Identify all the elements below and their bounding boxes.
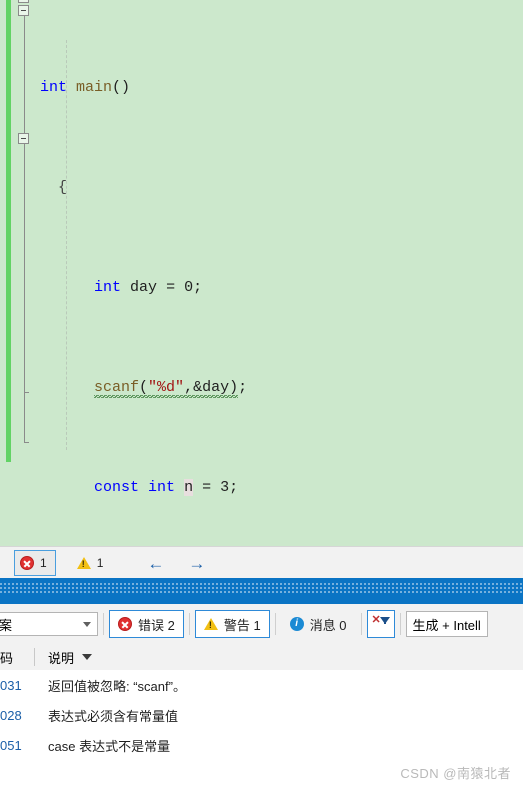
toolbar-separator <box>360 613 362 635</box>
toolbar-separator <box>188 613 190 635</box>
toolbar-separator <box>274 613 276 635</box>
code-text-area[interactable]: int main() { int day = 0; scanf("%d",&da… <box>36 0 523 546</box>
token-number-0: 0 <box>184 279 194 296</box>
outline-line-main <box>24 16 25 133</box>
filter-warnings-label: 警告 1 <box>223 617 261 633</box>
code-line[interactable]: const int n = 3; <box>36 475 523 500</box>
next-issue-arrow-icon[interactable]: → <box>188 555 205 572</box>
error-count-chip[interactable]: 1 <box>14 550 56 576</box>
code-line[interactable]: int day = 0; <box>36 275 523 300</box>
token-string-format: "%d" <box>148 379 185 396</box>
csdn-watermark: CSDN @南猿北者 <box>400 766 511 781</box>
outline-line-switch <box>24 144 25 392</box>
scope-filter-dropdown[interactable]: 案 <box>0 612 98 636</box>
filter-errors-label: 错误 2 <box>138 617 175 633</box>
code-line[interactable]: scanf("%d",&day); <box>36 375 523 400</box>
warning-triangle-icon <box>76 557 91 569</box>
outline-line-main-tail <box>24 392 25 442</box>
tool-window-titlebar[interactable] <box>0 578 523 604</box>
token-function-scanf: scanf <box>94 379 140 396</box>
warning-count-chip[interactable]: 1 <box>72 551 112 575</box>
collapse-box-switch[interactable] <box>18 133 29 144</box>
filter-messages-button[interactable]: 消息 0 <box>281 610 356 638</box>
row-description: 返回值被忽略: “scanf”。 <box>48 678 186 694</box>
titlebar-grip <box>0 583 523 595</box>
row-code: 031 <box>0 677 22 693</box>
token-keyword-const: const <box>94 479 140 496</box>
build-scope-label: 生成 + Intell <box>412 617 481 633</box>
outline-end-main <box>24 442 29 443</box>
clear-filter-button[interactable]: ✕ <box>366 610 395 638</box>
table-row[interactable]: 031 返回值被忽略: “scanf”。 <box>0 670 523 700</box>
warning-triangle-icon <box>203 618 218 630</box>
error-circle-icon <box>20 556 34 570</box>
change-indicator-bar <box>6 0 11 462</box>
nav-arrow-group[interactable]: ← → <box>147 555 205 572</box>
outlining-column[interactable] <box>16 0 34 546</box>
sort-descending-icon[interactable] <box>82 654 93 660</box>
row-description: 表达式必须含有常量值 <box>48 708 179 724</box>
filter-errors-button[interactable]: 错误 2 <box>109 610 184 638</box>
error-count-label: 1 <box>40 556 47 570</box>
error-circle-icon <box>118 617 132 631</box>
code-line[interactable]: int main() <box>36 75 523 100</box>
token-var-day: day <box>202 379 230 396</box>
token-keyword-int: int <box>148 479 176 496</box>
row-code: 051 <box>0 737 22 753</box>
build-scope-dropdown[interactable]: 生成 + Intell <box>405 611 488 637</box>
token-var-n: n <box>184 479 194 496</box>
column-header-description[interactable]: 说明 <box>35 648 523 667</box>
chevron-down-icon[interactable] <box>83 622 91 627</box>
collapse-box-prev[interactable] <box>18 0 29 3</box>
error-list-toolbar[interactable]: 案 错误 2 警告 1 消息 0 ✕ 生成 + Intell <box>0 604 523 645</box>
token-parens: () <box>112 79 131 96</box>
funnel-icon <box>379 617 390 624</box>
column-header-code[interactable]: 码 <box>0 648 34 667</box>
row-description: case 表达式不是常量 <box>48 738 171 754</box>
token-brace-open-main: { <box>40 179 68 196</box>
error-list-column-headers[interactable]: 码 说明 <box>0 644 523 671</box>
collapse-box-main[interactable] <box>18 5 29 16</box>
error-list-rows[interactable]: 031 返回值被忽略: “scanf”。 028 表达式必须含有常量值 051 … <box>0 670 523 760</box>
column-header-description-label: 说明 <box>48 650 75 666</box>
previous-issue-arrow-icon[interactable]: ← <box>147 555 164 572</box>
filter-warnings-button[interactable]: 警告 1 <box>194 610 270 638</box>
code-editor[interactable]: int main() { int day = 0; scanf("%d",&da… <box>0 0 523 546</box>
toolbar-separator <box>399 613 401 635</box>
filter-messages-label: 消息 0 <box>309 617 347 633</box>
token-function-main: main <box>76 79 113 96</box>
warning-count-label: 1 <box>96 556 104 570</box>
token-number-3: 3 <box>220 479 230 496</box>
table-row[interactable]: 051 case 表达式不是常量 <box>0 730 523 760</box>
table-row[interactable]: 028 表达式必须含有常量值 <box>0 700 523 730</box>
token-var-day: day <box>130 279 158 296</box>
token-keyword-int: int <box>94 279 122 296</box>
row-code: 028 <box>0 707 22 723</box>
editor-error-navigation-bar[interactable]: 1 1 ← → <box>0 546 523 579</box>
token-keyword-int: int <box>40 79 68 96</box>
info-circle-icon <box>289 617 304 631</box>
code-line[interactable]: { <box>36 175 523 200</box>
scanf-warning-squiggle: scanf("%d",&day) <box>94 379 239 400</box>
toolbar-separator <box>103 613 104 635</box>
scope-filter-value: 案 <box>0 617 13 633</box>
